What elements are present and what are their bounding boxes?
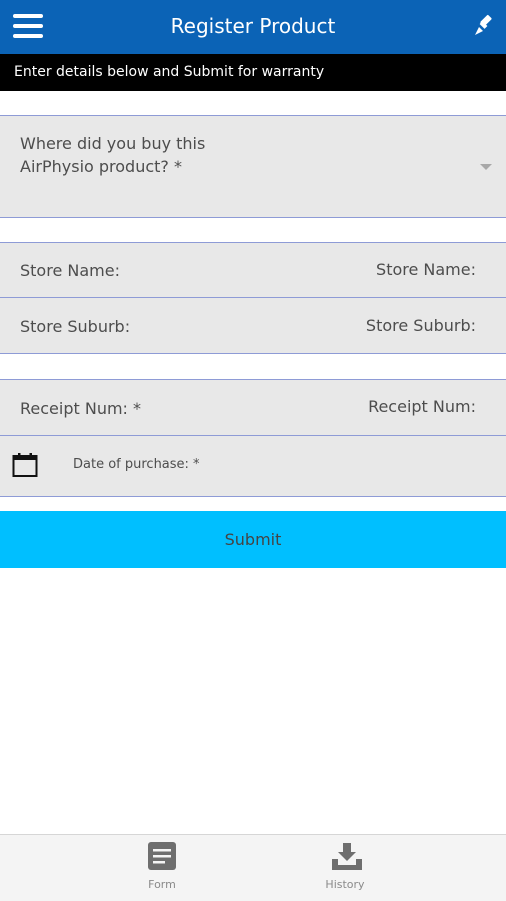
store-suburb-label: Store Suburb:: [20, 317, 131, 336]
store-name-label: Store Name:: [20, 261, 120, 280]
store-name-input[interactable]: [234, 259, 478, 280]
receipt-field: Receipt Num: *: [0, 379, 506, 436]
nav-item-form[interactable]: Form: [92, 835, 232, 901]
calendar-icon: [12, 452, 38, 478]
store-suburb-input[interactable]: [234, 315, 478, 336]
nav-form-label: Form: [148, 878, 176, 891]
receipt-input[interactable]: [234, 396, 478, 417]
nav-history-label: History: [325, 878, 365, 891]
chevron-down-icon: [480, 164, 492, 170]
store-name-field: Store Name:: [0, 242, 506, 298]
store-suburb-field: Store Suburb:: [0, 297, 506, 354]
date-of-purchase-label: Date of purchase: *: [73, 457, 200, 472]
info-banner: Enter details below and Submit for warra…: [0, 54, 506, 91]
submit-button[interactable]: Submit: [0, 511, 506, 568]
store-purchase-dropdown[interactable]: Where did you buy this AirPhysio product…: [0, 115, 506, 218]
store-purchase-label: Where did you buy this AirPhysio product…: [20, 134, 206, 176]
paint-brush-icon[interactable]: [472, 14, 496, 38]
page-title: Register Product: [170, 14, 336, 38]
receipt-label: Receipt Num: *: [20, 399, 142, 418]
document-icon: [147, 841, 177, 871]
nav-item-history[interactable]: History: [275, 835, 415, 901]
date-of-purchase-field[interactable]: Date of purchase: *: [0, 435, 506, 497]
bottom-navigation: Form History: [0, 834, 506, 901]
download-tray-icon: [330, 841, 362, 871]
app-header: Register Product: [0, 0, 506, 54]
